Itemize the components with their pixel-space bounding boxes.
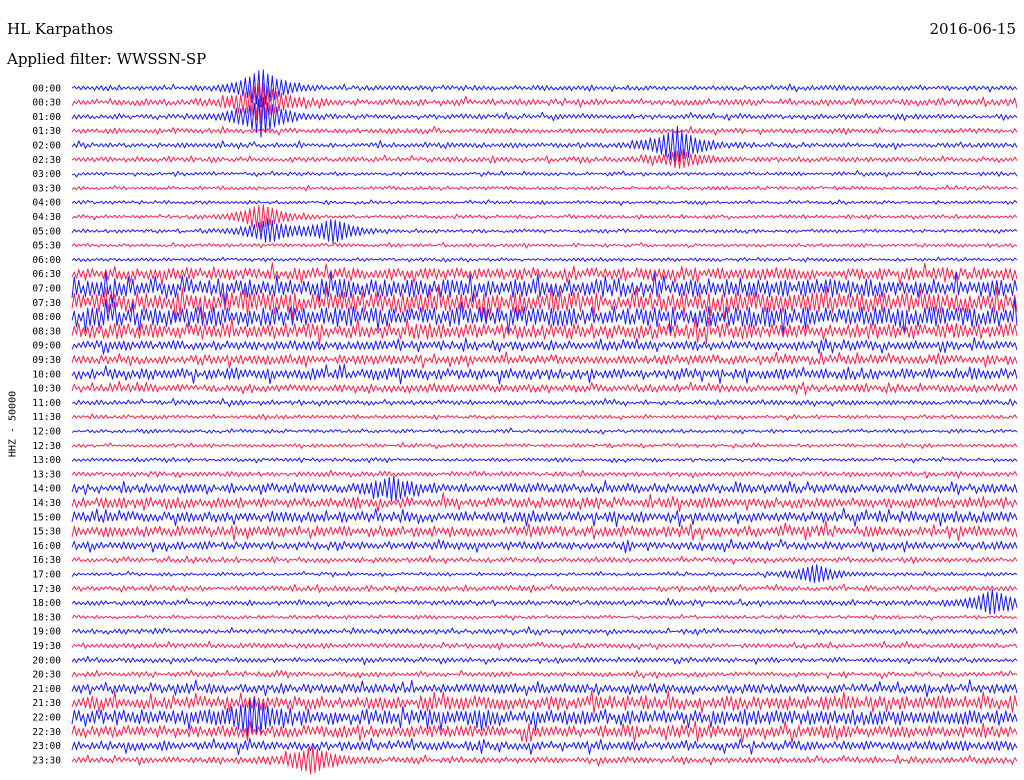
trace-row-05-30: [71, 242, 1018, 249]
time-tick-14-30: 14:30: [32, 498, 61, 509]
time-tick-13-00: 13:00: [32, 455, 61, 466]
time-tick-17-30: 17:30: [32, 584, 61, 595]
time-tick-11-30: 11:30: [32, 412, 61, 423]
time-tick-00-00: 00:00: [32, 83, 61, 94]
trace-row-17-30: [71, 583, 1018, 593]
time-tick-11-00: 11:00: [32, 398, 61, 409]
time-tick-08-00: 08:00: [32, 312, 61, 323]
time-tick-05-00: 05:00: [32, 226, 61, 237]
time-tick-18-00: 18:00: [32, 598, 61, 609]
time-tick-20-00: 20:00: [32, 655, 61, 666]
trace-row-05-00: [71, 217, 1018, 244]
time-tick-10-00: 10:00: [32, 369, 61, 380]
time-tick-15-30: 15:30: [32, 527, 61, 538]
time-tick-12-00: 12:00: [32, 427, 61, 438]
time-tick-21-30: 21:30: [32, 698, 61, 709]
trace-row-03-00: [71, 170, 1018, 178]
trace-row-20-00: [71, 655, 1018, 666]
trace-row-13-30: [71, 469, 1018, 479]
trace-row-19-00: [71, 626, 1018, 636]
trace-row-16-30: [71, 555, 1018, 565]
time-tick-09-30: 09:30: [32, 355, 61, 366]
time-tick-09-00: 09:00: [32, 341, 61, 352]
trace-row-12-00: [71, 427, 1018, 435]
time-tick-19-00: 19:00: [32, 627, 61, 638]
time-tick-13-30: 13:30: [32, 469, 61, 480]
time-tick-04-30: 04:30: [32, 212, 61, 223]
helicorder-plot: 00:00 00:30 01:00 01:30 02:00 02:30 03:00 03:30…: [32, 69, 1018, 775]
time-tick-02-30: 02:30: [32, 155, 61, 166]
trace-row-03-30: [71, 184, 1018, 192]
trace-row-20-30: [71, 669, 1018, 679]
time-tick-05-30: 05:30: [32, 241, 61, 252]
time-tick-22-00: 22:00: [32, 713, 61, 724]
time-tick-01-00: 01:00: [32, 112, 61, 123]
time-tick-23-30: 23:30: [32, 755, 61, 766]
trace-row-04-00: [71, 199, 1018, 206]
trace-row-01-30: [71, 126, 1018, 136]
trace-lines: [71, 69, 1018, 775]
trace-row-06-30: [71, 262, 1018, 286]
time-tick-15-00: 15:00: [32, 512, 61, 523]
time-tick-01-30: 01:30: [32, 126, 61, 137]
trace-row-14-30: [71, 492, 1018, 512]
time-tick-00-30: 00:30: [32, 98, 61, 109]
time-tick-07-30: 07:30: [32, 298, 61, 309]
trace-row-17-00: [71, 564, 1018, 584]
trace-row-09-00: [71, 337, 1018, 355]
time-tick-21-00: 21:00: [32, 684, 61, 695]
trace-row-02-30: [71, 148, 1018, 169]
trace-row-00-00: [71, 69, 1018, 108]
trace-row-21-00: [71, 679, 1018, 698]
time-tick-20-30: 20:30: [32, 670, 61, 681]
time-tick-19-30: 19:30: [32, 641, 61, 652]
time-tick-04-00: 04:00: [32, 198, 61, 209]
trace-row-12-30: [71, 442, 1018, 449]
trace-row-02-00: [71, 125, 1018, 163]
time-tick-14-00: 14:00: [32, 484, 61, 495]
trace-row-10-30: [71, 380, 1018, 396]
trace-row-15-00: [71, 507, 1018, 528]
time-tick-06-30: 06:30: [32, 269, 61, 280]
time-tick-16-30: 16:30: [32, 555, 61, 566]
trace-row-11-00: [71, 397, 1018, 408]
trace-row-04-30: [71, 204, 1018, 232]
time-tick-07-00: 07:00: [32, 284, 61, 295]
trace-row-19-30: [71, 640, 1018, 651]
trace-row-21-30: [71, 689, 1018, 714]
trace-row-15-30: [71, 520, 1018, 541]
trace-row-14-00: [71, 475, 1018, 502]
time-tick-23-00: 23:00: [32, 741, 61, 752]
time-tick-06-00: 06:00: [32, 255, 61, 266]
time-tick-08-30: 08:30: [32, 326, 61, 337]
time-tick-16-00: 16:00: [32, 541, 61, 552]
time-tick-02-00: 02:00: [32, 141, 61, 152]
trace-row-18-30: [71, 614, 1018, 621]
trace-row-23-30: [71, 745, 1018, 775]
trace-row-11-30: [71, 413, 1018, 421]
trace-row-18-00: [71, 588, 1018, 615]
time-ticks: 00:00 00:30 01:00 01:30 02:00 02:30 03:00 03:30…: [32, 83, 61, 766]
time-tick-18-30: 18:30: [32, 612, 61, 623]
trace-row-10-00: [71, 363, 1018, 385]
trace-row-23-00: [71, 737, 1018, 756]
trace-row-07-30: [71, 285, 1018, 322]
trace-row-13-00: [71, 456, 1018, 464]
time-tick-12-30: 12:30: [32, 441, 61, 452]
trace-row-06-00: [71, 256, 1018, 263]
trace-row-09-30: [71, 351, 1018, 369]
time-tick-03-30: 03:30: [32, 183, 61, 194]
trace-row-16-00: [71, 538, 1018, 554]
time-tick-22-30: 22:30: [32, 727, 61, 738]
time-tick-10-30: 10:30: [32, 384, 61, 395]
time-tick-03-00: 03:00: [32, 169, 61, 180]
time-tick-17-00: 17:00: [32, 570, 61, 581]
